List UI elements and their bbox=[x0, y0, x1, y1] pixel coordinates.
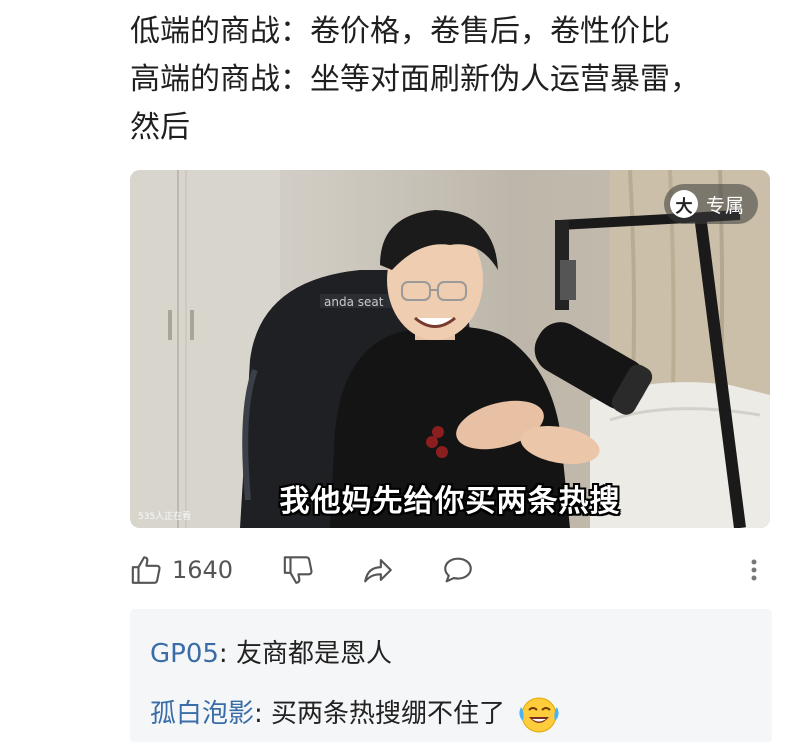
like-count: 1640 bbox=[172, 556, 234, 584]
dislike-button[interactable] bbox=[282, 548, 316, 592]
comment-username[interactable]: 孤白泡影 bbox=[150, 699, 254, 729]
laughing-crying-emoji-icon bbox=[519, 697, 559, 732]
comment-item[interactable]: GP05: 友商都是恩人 bbox=[150, 633, 392, 670]
svg-text:anda seat: anda seat bbox=[324, 295, 384, 309]
comment-separator: : bbox=[218, 639, 236, 669]
comment-preview[interactable]: GP05: 友商都是恩人 孤白泡影: 买两条热搜绷不住了 bbox=[130, 609, 772, 742]
comment-button[interactable] bbox=[440, 548, 476, 592]
thumbs-up-icon bbox=[131, 556, 161, 584]
like-button[interactable]: 1640 bbox=[130, 548, 233, 592]
video-frame: anda seat bbox=[130, 170, 770, 528]
post-text: 低端的商战：卷价格，卷售后，卷性价比 高端的商战：坐等对面刷新伪人运营暴雷， 然… bbox=[130, 8, 770, 152]
comment-bubble-icon bbox=[444, 557, 472, 583]
post-line-3: 然后 bbox=[130, 110, 190, 145]
action-bar: 1640 bbox=[130, 548, 770, 592]
share-button[interactable] bbox=[360, 548, 396, 592]
more-vertical-icon bbox=[751, 559, 757, 581]
comment-item[interactable]: 孤白泡影: 买两条热搜绷不住了 bbox=[150, 693, 559, 735]
badge-label: 专属 bbox=[705, 194, 744, 217]
thumbs-down-icon bbox=[283, 556, 313, 584]
more-options-button[interactable] bbox=[744, 548, 764, 592]
share-icon bbox=[364, 559, 392, 583]
post-line-2: 高端的商战：坐等对面刷新伪人运营暴雷， bbox=[130, 62, 700, 97]
comment-text: 友商都是恩人 bbox=[235, 639, 392, 669]
video-subtitle: 我他妈先给你买两条热搜 bbox=[279, 484, 621, 519]
video-player[interactable]: anda seat 大 专属 535人正在看 我他妈先给你买两条热搜 bbox=[130, 170, 770, 528]
badge-icon: 大 bbox=[669, 190, 698, 218]
exclusive-badge[interactable]: 大 专属 bbox=[663, 184, 758, 224]
comment-separator: : bbox=[254, 699, 272, 729]
comment-text: 买两条热搜绷不住了 bbox=[271, 699, 506, 729]
post-line-1: 低端的商战：卷价格，卷售后，卷性价比 bbox=[130, 14, 670, 49]
comment-username[interactable]: GP05 bbox=[150, 639, 219, 669]
